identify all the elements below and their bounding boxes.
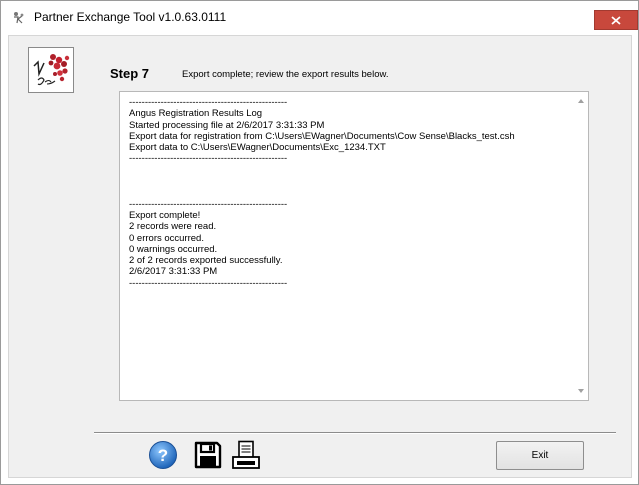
step-description: Export complete; review the export resul… bbox=[182, 69, 389, 80]
log-line: Angus Registration Results Log bbox=[129, 108, 263, 120]
print-button[interactable] bbox=[231, 440, 261, 470]
company-logo bbox=[28, 47, 74, 93]
title-bar[interactable]: Partner Exchange Tool v1.0.63.0111 bbox=[1, 1, 638, 35]
close-icon bbox=[611, 16, 621, 25]
help-icon: ? bbox=[149, 441, 177, 469]
results-log-textbox[interactable]: ----------------------------------------… bbox=[119, 91, 589, 401]
log-line: 0 warnings occurred. bbox=[129, 243, 218, 255]
log-line: 2 of 2 records exported successfully. bbox=[129, 255, 283, 267]
app-icon bbox=[12, 11, 26, 25]
help-button[interactable]: ? bbox=[148, 440, 178, 470]
vertical-scrollbar[interactable] bbox=[574, 92, 588, 400]
log-line: Export data to C:\Users\EWagner\Document… bbox=[129, 142, 386, 154]
scroll-down-arrow-icon[interactable] bbox=[577, 387, 585, 395]
save-icon bbox=[194, 441, 222, 469]
log-line: Export complete! bbox=[129, 209, 201, 221]
log-line: 2/6/2017 3:31:33 PM bbox=[129, 266, 218, 278]
log-line: ----------------------------------------… bbox=[129, 153, 288, 165]
log-line: 2 records were read. bbox=[129, 221, 217, 233]
results-log-text: ----------------------------------------… bbox=[129, 97, 569, 289]
log-line: ----------------------------------------… bbox=[129, 198, 288, 210]
svg-text:?: ? bbox=[158, 446, 168, 465]
dialog-body: Step 7 Export complete; review the expor… bbox=[8, 35, 632, 478]
log-line: Export data for registration from C:\Use… bbox=[129, 130, 515, 142]
exit-button[interactable]: Exit bbox=[496, 441, 584, 470]
app-window: Partner Exchange Tool v1.0.63.0111 Step … bbox=[0, 0, 639, 485]
step-title: Step 7 bbox=[110, 66, 150, 81]
log-line: 0 errors occurred. bbox=[129, 232, 204, 244]
log-line: ----------------------------------------… bbox=[129, 97, 288, 108]
scroll-up-arrow-icon[interactable] bbox=[577, 97, 585, 105]
footer-divider bbox=[94, 432, 616, 434]
log-line: Started processing file at 2/6/2017 3:31… bbox=[129, 119, 325, 131]
close-button[interactable] bbox=[594, 10, 638, 30]
save-button[interactable] bbox=[193, 440, 223, 470]
log-line: ----------------------------------------… bbox=[129, 277, 288, 289]
window-title: Partner Exchange Tool v1.0.63.0111 bbox=[34, 10, 227, 24]
print-icon bbox=[232, 440, 260, 469]
